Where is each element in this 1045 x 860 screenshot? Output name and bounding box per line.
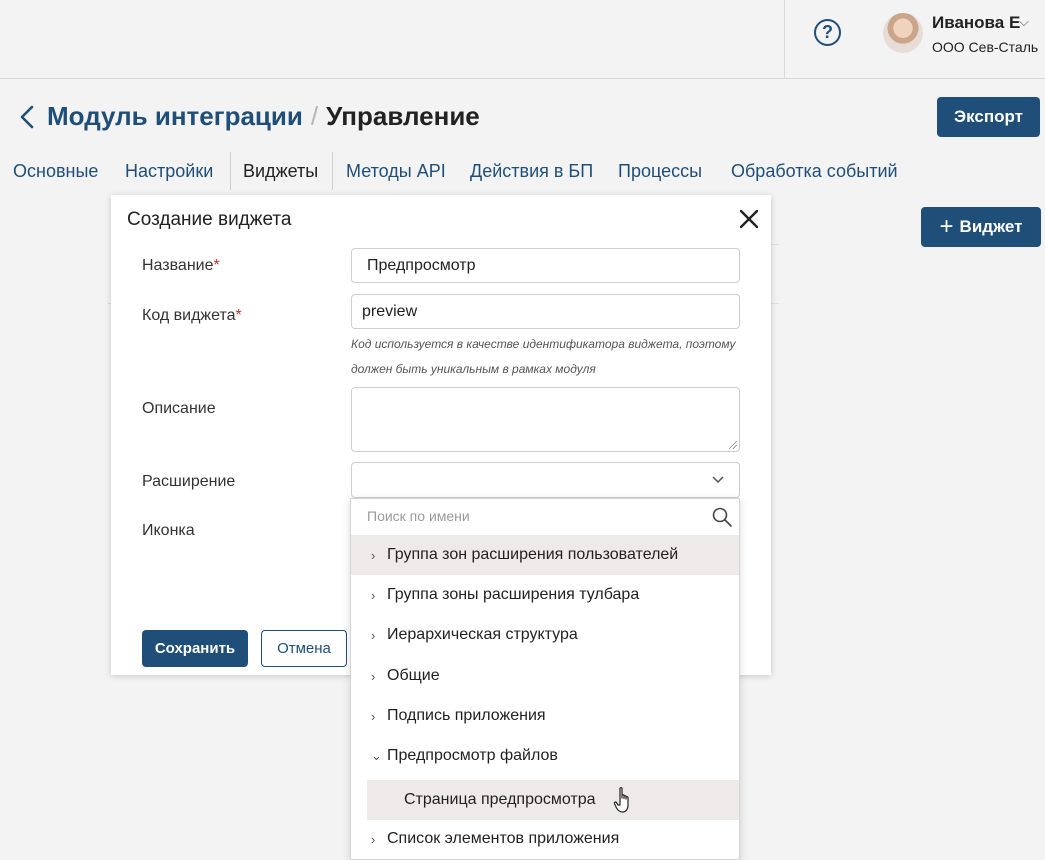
search-input[interactable]: Поиск по имени — [367, 508, 470, 524]
code-hint-line-1: Код используется в качестве идентификато… — [351, 337, 736, 351]
breadcrumb-current: Управление — [326, 101, 480, 131]
user-name[interactable]: Иванова Е — [932, 13, 1020, 33]
chevron-right-icon: › — [371, 587, 376, 603]
required-mark: * — [235, 307, 242, 324]
export-button[interactable]: Экспорт — [937, 97, 1040, 137]
required-mark: * — [213, 257, 220, 274]
dropdown-search[interactable]: Поиск по имени — [351, 499, 739, 536]
chevron-down-icon: ⌄ — [371, 748, 382, 763]
extension-dropdown: Поиск по имени › Группа зон расширения по… — [350, 498, 740, 860]
tab-processes[interactable]: Процессы — [618, 152, 702, 190]
dropdown-item-user-extension-zones[interactable]: › Группа зон расширения пользователей — [351, 535, 739, 575]
background-line — [771, 303, 779, 304]
tab-bp-actions[interactable]: Действия в БП — [470, 152, 593, 190]
close-icon[interactable] — [738, 208, 760, 230]
tab-basic[interactable]: Основные — [13, 152, 98, 190]
tab-settings[interactable]: Настройки — [125, 152, 213, 190]
hand-cursor-icon — [613, 787, 629, 813]
dropdown-item-app-element-list[interactable]: › Список элементов приложения — [351, 819, 739, 859]
resize-handle-icon[interactable] — [729, 441, 737, 449]
avatar[interactable] — [883, 13, 923, 53]
code-input[interactable]: preview — [351, 294, 740, 329]
add-widget-label: Виджет — [959, 217, 1023, 236]
chevron-right-icon: › — [371, 547, 376, 563]
top-bar-divider — [784, 0, 785, 78]
page-title: Модуль интеграции / Управление — [47, 101, 480, 132]
chevron-right-icon: › — [371, 831, 376, 847]
chevron-down-icon[interactable]: ⌵ — [1019, 14, 1029, 30]
background-line — [771, 244, 779, 245]
extension-label: Расширение — [142, 473, 236, 490]
code-hint-line-2: должен быть уникальным в рамках модуля — [351, 362, 596, 376]
dropdown-item-hierarchy[interactable]: › Иерархическая структура — [351, 615, 739, 655]
chevron-right-icon: › — [371, 627, 376, 643]
user-organization: ООО Сев-Сталь — [932, 39, 1039, 55]
tab-api-methods[interactable]: Методы API — [346, 152, 446, 190]
dropdown-item-file-preview[interactable]: ⌄ Предпросмотр файлов — [351, 736, 739, 776]
tab-divider — [230, 152, 231, 190]
dropdown-item-common[interactable]: › Общие — [351, 656, 739, 696]
plus-icon: + — [939, 213, 954, 240]
tab-divider — [332, 152, 333, 190]
modal-title: Создание виджета — [127, 209, 292, 230]
tab-widgets[interactable]: Виджеты — [243, 152, 318, 190]
code-label: Код виджета* — [142, 307, 242, 324]
extension-select[interactable] — [351, 462, 740, 498]
tab-event-handling[interactable]: Обработка событий — [731, 152, 898, 190]
search-icon — [712, 507, 732, 527]
description-label: Описание — [142, 400, 216, 417]
save-button[interactable]: Сохранить — [142, 630, 248, 667]
help-icon[interactable]: ? — [814, 19, 841, 46]
top-bar: ? Иванова Е ⌵ ООО Сев-Сталь — [0, 0, 1045, 79]
cancel-button[interactable]: Отмена — [261, 630, 347, 667]
dropdown-item-app-caption[interactable]: › Подпись приложения — [351, 696, 739, 736]
chevron-right-icon: › — [371, 668, 376, 684]
name-label: Название* — [142, 257, 220, 274]
description-textarea[interactable] — [351, 387, 740, 452]
dropdown-subitem-preview-page[interactable]: Страница предпросмотра — [367, 780, 739, 820]
chevron-right-icon: › — [371, 708, 376, 724]
name-input[interactable]: Предпросмотр — [351, 248, 740, 283]
dropdown-item-toolbar-extension-zone[interactable]: › Группа зоны расширения тулбара — [351, 575, 739, 615]
breadcrumb-separator: / — [310, 101, 319, 131]
chevron-down-icon — [712, 476, 724, 484]
icon-label: Иконка — [142, 522, 195, 539]
breadcrumb-module[interactable]: Модуль интеграции — [47, 101, 303, 131]
add-widget-button[interactable]: + Виджет — [921, 207, 1041, 247]
back-arrow-icon[interactable] — [16, 102, 40, 132]
